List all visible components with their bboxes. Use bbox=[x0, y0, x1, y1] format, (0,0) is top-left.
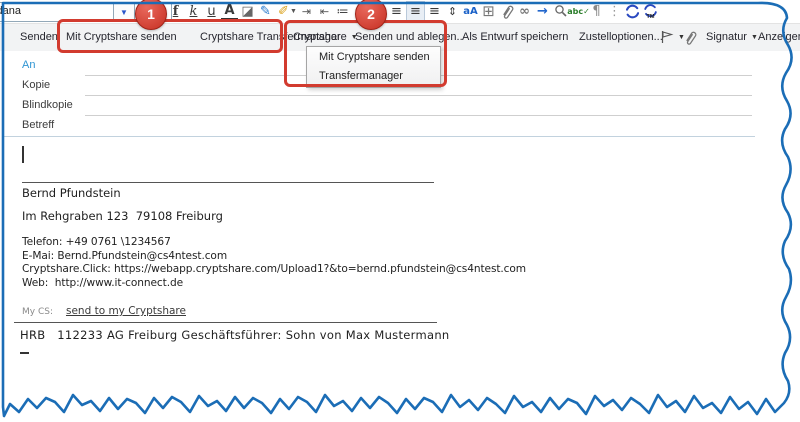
send-with-cryptshare-button[interactable]: Mit Cryptshare senden bbox=[66, 24, 177, 50]
flag-icon bbox=[660, 30, 674, 44]
align-center-icon[interactable]: ≡ bbox=[406, 1, 425, 21]
hrb-line: HRB 112233 AG Freiburg Geschäftsführer: … bbox=[20, 328, 450, 342]
button-label: Anzeigen bbox=[758, 31, 800, 43]
signature-name: Bernd Pfundstein bbox=[22, 186, 121, 200]
field-row-betreff: Betreff bbox=[0, 116, 800, 136]
font-color-icon[interactable]: A bbox=[221, 3, 238, 20]
menu-item-transfermanager[interactable]: Transfermanager bbox=[307, 66, 440, 85]
chevron-down-icon: ▼ bbox=[751, 34, 758, 41]
signature-separator bbox=[22, 182, 434, 183]
attach-icon[interactable] bbox=[498, 2, 515, 20]
button-label: Zustelloptionen... bbox=[579, 31, 663, 43]
button-label: Mit Cryptshare senden bbox=[66, 31, 177, 43]
signature-button[interactable]: Signatur ▼ bbox=[706, 24, 758, 50]
spellcheck-icon[interactable]: abc✓ bbox=[570, 2, 587, 20]
insert-icon[interactable]: → bbox=[534, 2, 551, 20]
button-label: Senden und ablegen.. bbox=[355, 31, 463, 43]
signature-address: Im Rehgraben 123 79108 Freiburg bbox=[22, 209, 223, 223]
mycs-cryptshare-link[interactable]: send to my Cryptshare bbox=[66, 305, 186, 317]
button-label: Als Entwurf speichern bbox=[462, 31, 568, 43]
align-left-icon[interactable]: ≡ bbox=[388, 2, 405, 20]
svg-text:TM: TM bbox=[647, 13, 655, 19]
button-label: Senden bbox=[20, 31, 58, 43]
overflow-dots-icon[interactable]: ⋮ bbox=[606, 2, 623, 20]
delivery-options-button[interactable]: Zustelloptionen... bbox=[579, 24, 663, 50]
button-label: Cryptshare bbox=[293, 31, 347, 43]
cryptshare-dropdown-menu: Mit Cryptshare sendenTransfermanager bbox=[306, 46, 441, 88]
format-toolbar: Verdana ▼ 10 fkuA◪✎✐▼⇥⇤≔≔≣≡≡≡⇕aA⊞∞→abc✓¶… bbox=[0, 0, 800, 22]
table-icon[interactable]: ⊞ bbox=[480, 2, 497, 20]
attach-file-button[interactable] bbox=[683, 24, 697, 50]
button-label: Signatur bbox=[706, 31, 747, 43]
underline-icon[interactable]: u bbox=[203, 2, 220, 20]
field-label-betreff[interactable]: Betreff bbox=[22, 119, 54, 131]
bullet-list-icon[interactable]: ≔ bbox=[334, 2, 351, 20]
italic-icon[interactable]: k bbox=[185, 2, 202, 20]
field-label-blindkopie[interactable]: Blindkopie bbox=[22, 99, 73, 111]
display-button[interactable]: Anzeigen▼ bbox=[758, 24, 800, 50]
menu-item-mit-cryptshare-senden[interactable]: Mit Cryptshare senden bbox=[307, 47, 440, 66]
pen-icon[interactable]: ✎ bbox=[257, 2, 274, 20]
transfermanager-icon[interactable]: TM bbox=[642, 2, 659, 20]
line-spacing-icon[interactable]: ⇕ bbox=[444, 2, 461, 20]
indent-increase-icon[interactable]: ⇥ bbox=[298, 2, 315, 20]
field-label-an[interactable]: An bbox=[22, 59, 35, 71]
send-button[interactable]: Senden bbox=[20, 24, 58, 50]
text-cursor bbox=[22, 146, 24, 163]
notes-compose-window: { "toolbar": { "font_name": "Verdana", "… bbox=[0, 0, 800, 422]
indent-decrease-icon[interactable]: ⇤ bbox=[316, 2, 333, 20]
field-row-blindkopie: Blindkopie bbox=[0, 96, 800, 116]
font-name-dropdown-arrow[interactable]: ▼ bbox=[113, 2, 135, 22]
message-body[interactable]: Bernd Pfundstein Im Rehgraben 123 79108 … bbox=[0, 137, 800, 387]
toolbar-icons: fkuA◪✎✐▼⇥⇤≔≔≣≡≡≡⇕aA⊞∞→abc✓¶⋮TM bbox=[167, 0, 659, 22]
chevron-down-icon: ▼ bbox=[120, 8, 128, 17]
save-as-draft-button[interactable]: Als Entwurf speichern bbox=[462, 24, 568, 50]
cryptshare-icon[interactable] bbox=[624, 2, 641, 20]
flag-button[interactable]: ▼ bbox=[660, 24, 685, 50]
align-right-icon[interactable]: ≡ bbox=[426, 2, 443, 20]
link-icon[interactable]: ∞ bbox=[516, 2, 533, 20]
stray-dash bbox=[20, 352, 29, 354]
format-painter-icon[interactable]: ◪ bbox=[239, 2, 256, 20]
hrb-separator bbox=[14, 322, 437, 323]
mycs-row: My CS: send to my Cryptshare bbox=[22, 299, 186, 318]
attach-file-icon bbox=[683, 30, 697, 45]
font-name-select[interactable]: Verdana bbox=[0, 2, 115, 22]
signature-contact-block: Telefon: +49 0761 \1234567 E-Mai: Bernd.… bbox=[22, 236, 526, 290]
field-label-kopie[interactable]: Kopie bbox=[22, 79, 50, 91]
highlighter-icon[interactable]: ✐ bbox=[275, 2, 292, 20]
margins-icon[interactable]: ¶ bbox=[588, 2, 605, 20]
bold-icon[interactable]: f bbox=[167, 2, 184, 20]
mycs-label: My CS: bbox=[22, 307, 53, 317]
text-style-icon[interactable]: aA bbox=[462, 2, 479, 20]
